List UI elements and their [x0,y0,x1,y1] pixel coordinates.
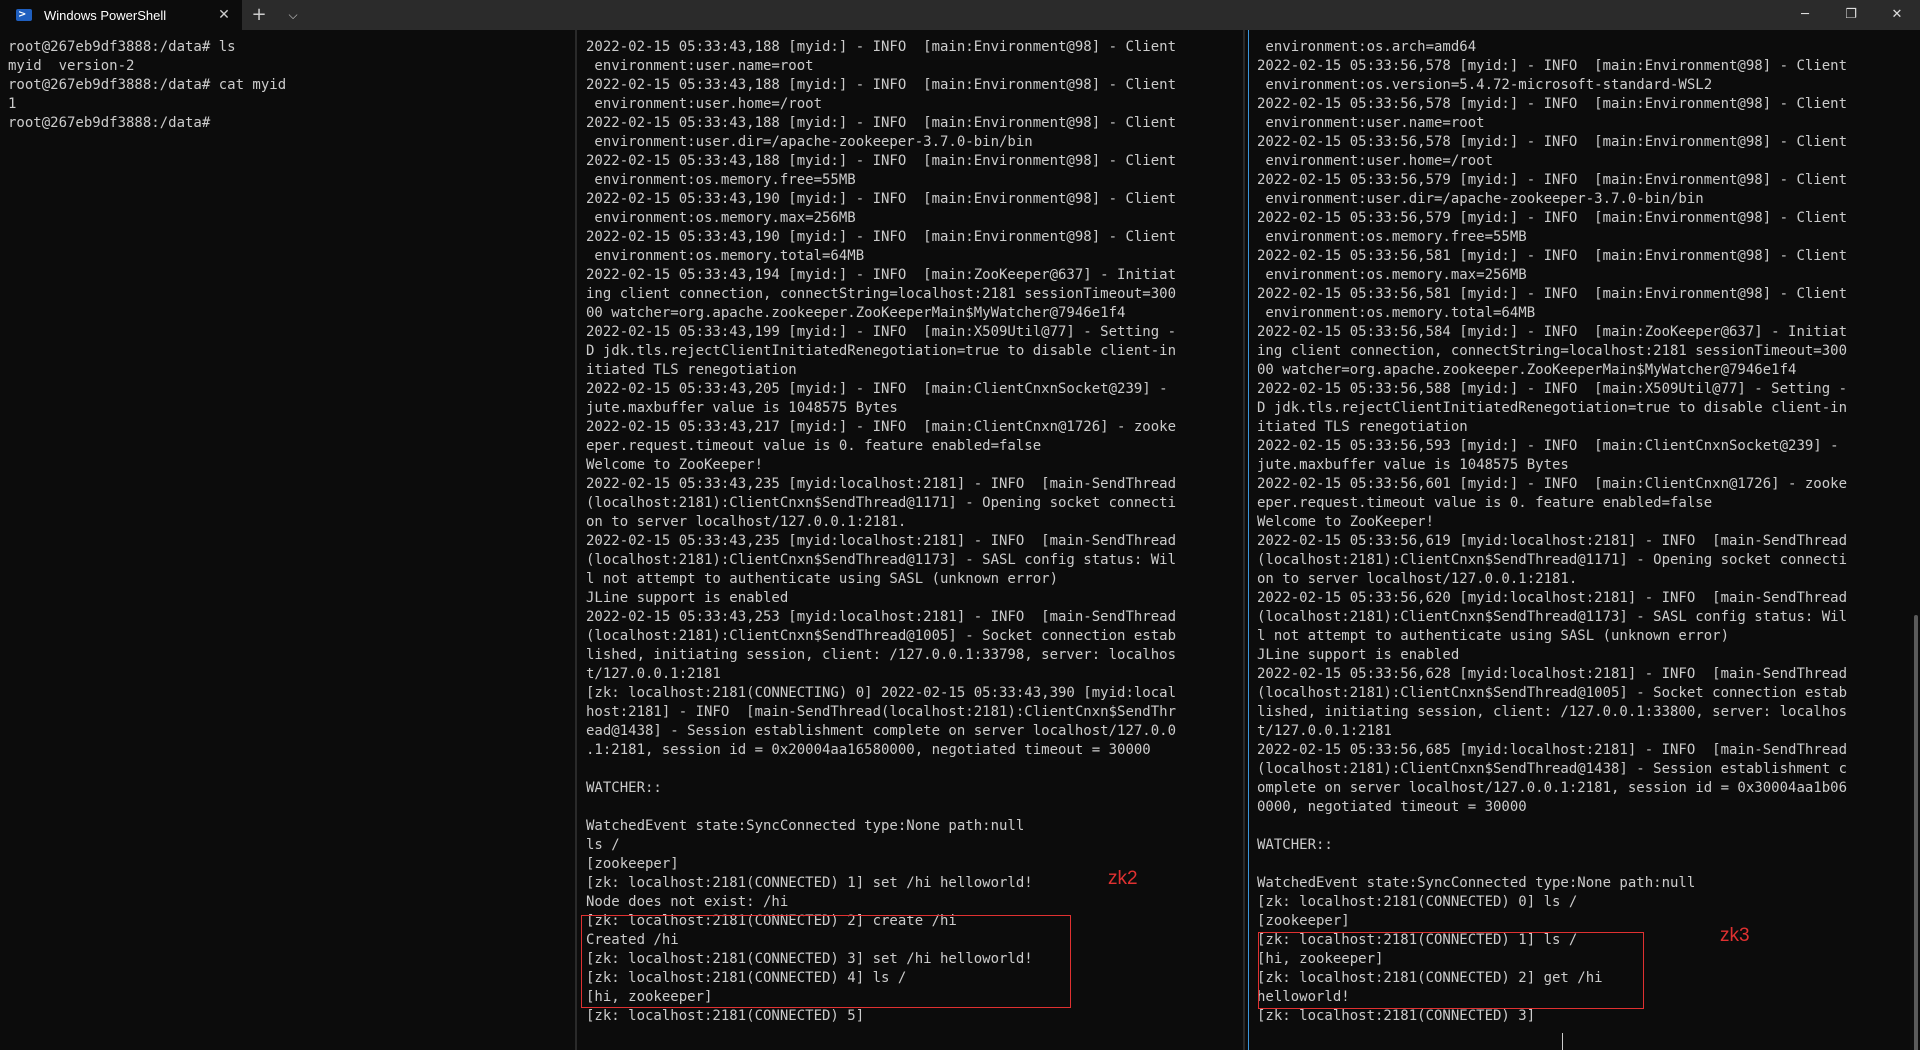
title-bar: > Windows PowerShell ✕ + ⌵ ─ ❐ ✕ [0,0,1920,30]
annotation-label-zk2: zk2 [1108,868,1138,889]
tab-title: Windows PowerShell [44,7,167,23]
terminal-output-left: root@267eb9df3888:/data# ls myid version… [8,39,287,131]
annotation-label-zk3: zk3 [1720,925,1750,946]
highlight-box-zk3 [1258,932,1644,1009]
maximize-button[interactable]: ❐ [1828,0,1874,30]
terminal-pane-middle[interactable]: 2022-02-15 05:33:43,188 [myid:] - INFO [… [578,30,1242,1050]
terminal-pane-right[interactable]: environment:os.arch=amd64 2022-02-15 05:… [1249,30,1920,1050]
text-cursor [1562,1033,1563,1050]
tab-close-icon[interactable]: ✕ [216,7,232,23]
window-controls: ─ ❐ ✕ [1782,0,1920,30]
terminal-output-right: environment:os.arch=amd64 2022-02-15 05:… [1257,39,1848,1024]
terminal-pane-left[interactable]: root@267eb9df3888:/data# ls myid version… [0,30,575,1050]
minimize-button[interactable]: ─ [1782,0,1828,30]
pane-divider-middle[interactable] [1243,30,1245,1050]
highlight-box-zk2 [581,915,1071,1008]
tab-windows-powershell[interactable]: > Windows PowerShell ✕ [0,0,242,30]
new-tab-button[interactable]: + [242,0,276,30]
tab-dropdown-chevron-icon[interactable]: ⌵ [276,0,310,30]
pane-divider-left[interactable] [575,30,577,1050]
terminal-output-middle: 2022-02-15 05:33:43,188 [myid:] - INFO [… [586,39,1177,1024]
scrollbar-thumb[interactable] [1914,615,1918,1050]
powershell-icon: > [16,9,32,21]
close-window-button[interactable]: ✕ [1874,0,1920,30]
